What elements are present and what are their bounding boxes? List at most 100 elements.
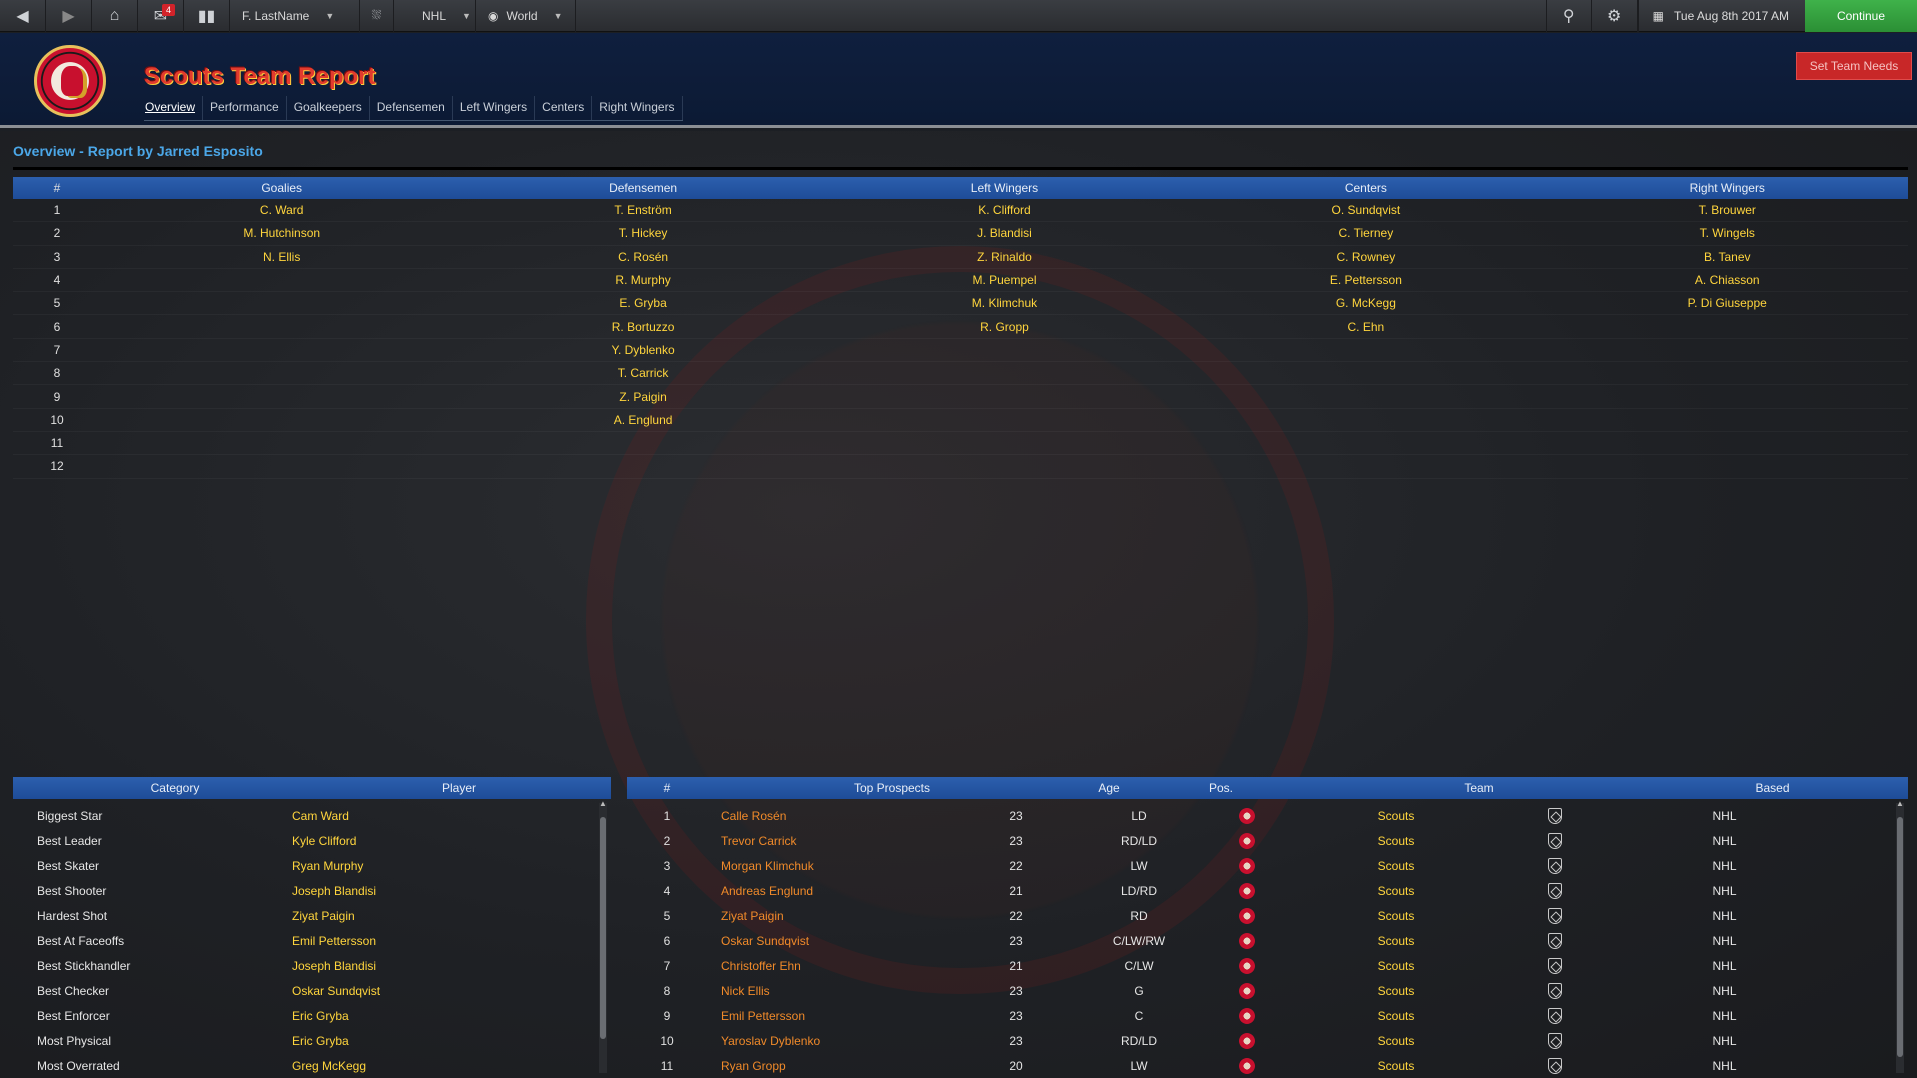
team-link[interactable]: Scouts — [1287, 859, 1505, 873]
league-dropdown[interactable]: NHL ▼ — [394, 0, 476, 32]
settings-button[interactable]: ⚙ — [1592, 0, 1638, 32]
player-link[interactable]: Ryan Murphy — [281, 859, 581, 873]
player-link[interactable]: C. Rosén — [462, 250, 823, 264]
player-link[interactable]: Kyle Clifford — [281, 834, 581, 848]
player-link[interactable]: Oskar Sundqvist — [281, 984, 581, 998]
world-dropdown[interactable]: ◉ World ▼ — [476, 0, 576, 32]
column-header[interactable]: # — [627, 781, 707, 795]
player-link[interactable]: R. Murphy — [462, 273, 823, 287]
team-link[interactable]: Scouts — [1287, 884, 1505, 898]
team-link[interactable]: Scouts — [1287, 959, 1505, 973]
inbox-button[interactable]: ✉ 4 — [138, 0, 184, 32]
player-link[interactable]: G. McKegg — [1185, 296, 1546, 310]
tab-performance[interactable]: Performance — [203, 96, 287, 120]
player-link[interactable]: Eric Gryba — [281, 1009, 581, 1023]
tab-overview[interactable]: Overview — [144, 96, 204, 120]
player-link[interactable]: Joseph Blandisi — [281, 959, 581, 973]
column-header[interactable]: # — [13, 181, 101, 195]
player-link[interactable]: Joseph Blandisi — [281, 884, 581, 898]
player-link[interactable]: Ziyat Paigin — [281, 909, 581, 923]
player-link[interactable]: Z. Paigin — [462, 390, 823, 404]
tab-goalkeepers[interactable]: Goalkeepers — [287, 96, 370, 120]
tab-right-wingers[interactable]: Right Wingers — [592, 96, 683, 120]
scroll-thumb[interactable] — [1897, 817, 1903, 1057]
column-header[interactable]: Left Wingers — [824, 181, 1185, 195]
player-link[interactable]: Ryan Gropp — [707, 1059, 961, 1073]
player-link[interactable]: R. Bortuzzo — [462, 320, 823, 334]
player-link[interactable]: T. Brouwer — [1547, 203, 1908, 217]
category-scrollbar[interactable]: ▲ ▼ — [599, 799, 607, 1078]
column-header[interactable]: Team — [1301, 781, 1657, 795]
tab-defensemen[interactable]: Defensemen — [370, 96, 453, 120]
player-link[interactable]: Eric Gryba — [281, 1034, 581, 1048]
set-team-needs-button[interactable]: Set Team Needs — [1796, 52, 1912, 80]
player-link[interactable]: R. Gropp — [824, 320, 1185, 334]
player-link[interactable]: E. Gryba — [462, 296, 823, 310]
column-header[interactable]: Right Wingers — [1547, 181, 1908, 195]
player-link[interactable]: T. Hickey — [462, 226, 823, 240]
player-link[interactable]: T. Enström — [462, 203, 823, 217]
player-link[interactable]: C. Ward — [101, 203, 462, 217]
team-link[interactable]: Scouts — [1287, 1059, 1505, 1073]
player-link[interactable]: Calle Rosén — [707, 809, 961, 823]
player-link[interactable]: M. Puempel — [824, 273, 1185, 287]
player-link[interactable]: T. Carrick — [462, 366, 823, 380]
column-header[interactable]: Top Prospects — [707, 781, 1077, 795]
player-link[interactable]: Morgan Klimchuk — [707, 859, 961, 873]
player-link[interactable]: M. Klimchuk — [824, 296, 1185, 310]
player-link[interactable]: Trevor Carrick — [707, 834, 961, 848]
column-header[interactable]: Pos. — [1141, 781, 1301, 795]
player-link[interactable]: Oskar Sundqvist — [707, 934, 961, 948]
player-link[interactable]: Cam Ward — [281, 809, 581, 823]
player-link[interactable]: C. Tierney — [1185, 226, 1546, 240]
player-link[interactable]: B. Tanev — [1547, 250, 1908, 264]
player-link[interactable]: Emil Pettersson — [281, 934, 581, 948]
column-header[interactable]: Defensemen — [462, 181, 823, 195]
league-logo-button[interactable]: ⛆ — [360, 0, 394, 32]
team-link[interactable]: Scouts — [1287, 834, 1505, 848]
team-link[interactable]: Scouts — [1287, 909, 1505, 923]
home-button[interactable]: ⌂ — [92, 0, 138, 32]
player-link[interactable]: Z. Rinaldo — [824, 250, 1185, 264]
player-link[interactable]: Ziyat Paigin — [707, 909, 961, 923]
player-link[interactable]: P. Di Giuseppe — [1547, 296, 1908, 310]
back-button[interactable]: ◀ — [0, 0, 46, 32]
player-link[interactable]: Christoffer Ehn — [707, 959, 961, 973]
player-link[interactable]: Greg McKegg — [281, 1059, 581, 1073]
tab-left-wingers[interactable]: Left Wingers — [453, 96, 536, 120]
player-link[interactable]: E. Pettersson — [1185, 273, 1546, 287]
column-header[interactable]: Goalies — [101, 181, 462, 195]
player-link[interactable]: A. Chiasson — [1547, 273, 1908, 287]
team-link[interactable]: Scouts — [1287, 984, 1505, 998]
book-button[interactable]: ▮▮ — [184, 0, 230, 32]
column-header[interactable]: Player — [337, 781, 581, 795]
player-link[interactable]: J. Blandisi — [824, 226, 1185, 240]
player-link[interactable]: Andreas Englund — [707, 884, 961, 898]
player-link[interactable]: N. Ellis — [101, 250, 462, 264]
search-button[interactable]: ⚲ — [1545, 0, 1592, 32]
team-link[interactable]: Scouts — [1287, 809, 1505, 823]
column-header[interactable]: Based — [1657, 781, 1888, 795]
player-link[interactable]: M. Hutchinson — [101, 226, 462, 240]
scroll-up-icon[interactable]: ▲ — [1896, 799, 1904, 808]
player-link[interactable]: Yaroslav Dyblenko — [707, 1034, 961, 1048]
scroll-thumb[interactable] — [600, 817, 606, 1039]
player-link[interactable]: O. Sundqvist — [1185, 203, 1546, 217]
player-link[interactable]: T. Wingels — [1547, 226, 1908, 240]
scroll-up-icon[interactable]: ▲ — [599, 799, 607, 808]
date-display[interactable]: ▦ Tue Aug 8th 2017 AM — [1637, 0, 1805, 32]
team-link[interactable]: Scouts — [1287, 934, 1505, 948]
continue-button[interactable]: Continue — [1805, 0, 1917, 32]
player-link[interactable]: C. Ehn — [1185, 320, 1546, 334]
tab-centers[interactable]: Centers — [535, 96, 593, 120]
player-link[interactable]: C. Rowney — [1185, 250, 1546, 264]
player-link[interactable]: K. Clifford — [824, 203, 1185, 217]
prospects-scrollbar[interactable]: ▲ ▼ — [1896, 799, 1904, 1078]
column-header[interactable]: Age — [1077, 781, 1141, 795]
forward-button[interactable]: ▶ — [46, 0, 92, 32]
player-link[interactable]: Emil Pettersson — [707, 1009, 961, 1023]
team-link[interactable]: Scouts — [1287, 1034, 1505, 1048]
column-header[interactable]: Category — [13, 781, 337, 795]
player-link[interactable]: Y. Dyblenko — [462, 343, 823, 357]
player-link[interactable]: A. Englund — [462, 413, 823, 427]
